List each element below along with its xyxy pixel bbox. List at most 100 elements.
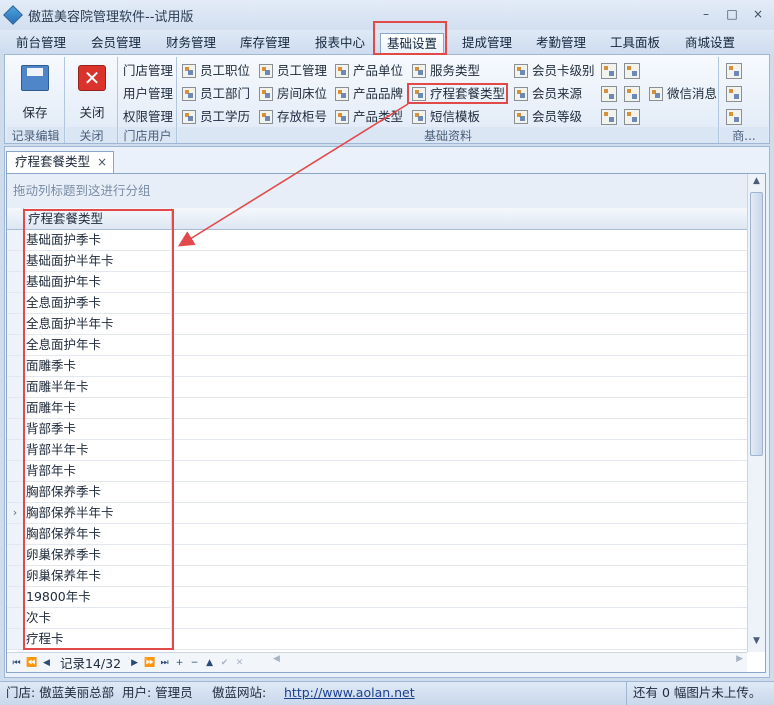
prev-page-icon[interactable]: ⏪ xyxy=(26,658,37,668)
cell-package-type[interactable]: 面雕年卡 xyxy=(24,398,172,418)
cell-package-type[interactable]: 卵巢保养年卡 xyxy=(24,566,172,586)
save-record-icon[interactable]: ✔ xyxy=(219,658,230,668)
table-row[interactable]: 胸部保养年卡 xyxy=(7,524,747,545)
table-row[interactable]: 背部年卡 xyxy=(7,461,747,482)
add-record-icon[interactable]: + xyxy=(174,658,185,668)
table-row[interactable]: 全息面护季卡 xyxy=(7,293,747,314)
tab-tools[interactable]: 工具面板 xyxy=(604,33,666,54)
prev-record-icon[interactable]: ◀ xyxy=(41,658,52,668)
close-window-button[interactable]: × xyxy=(750,6,766,22)
next-record-icon[interactable]: ▶ xyxy=(129,658,140,668)
table-row[interactable]: 基础面护季卡 xyxy=(7,230,747,251)
user-manage-button[interactable]: 用户管理 xyxy=(123,84,173,104)
row-indicator[interactable] xyxy=(7,545,24,565)
blank-setting-icon[interactable] xyxy=(601,86,617,102)
tab-basic-settings[interactable]: 基础设置 xyxy=(380,33,445,54)
row-indicator[interactable] xyxy=(7,251,24,271)
cell-package-type[interactable]: 19800年卡 xyxy=(24,587,172,607)
last-record-icon[interactable]: ⏭ xyxy=(159,658,170,668)
table-row[interactable]: 次卡 xyxy=(7,608,747,629)
permission-manage-button[interactable]: 权限管理 xyxy=(123,107,173,127)
cell-package-type[interactable]: 基础面护季卡 xyxy=(24,230,172,250)
horizontal-scrollbar[interactable]: ◀ ▶ xyxy=(273,654,743,668)
cell-package-type[interactable]: 胸部保养半年卡 xyxy=(24,503,172,523)
table-row[interactable]: 面雕季卡 xyxy=(7,356,747,377)
row-indicator[interactable] xyxy=(7,230,24,250)
staff-manage-button[interactable]: 员工管理 xyxy=(257,61,327,81)
table-row[interactable]: 全息面护年卡 xyxy=(7,335,747,356)
row-indicator[interactable] xyxy=(7,608,24,628)
row-indicator[interactable] xyxy=(7,587,24,607)
first-record-icon[interactable]: ⏮ xyxy=(11,658,22,668)
table-row[interactable]: 背部半年卡 xyxy=(7,440,747,461)
row-indicator[interactable] xyxy=(7,377,24,397)
next-page-icon[interactable]: ⏩ xyxy=(144,658,155,668)
cell-package-type[interactable]: 全息面护年卡 xyxy=(24,335,172,355)
sms-template-button[interactable]: 短信模板 xyxy=(410,107,480,127)
cell-package-type[interactable]: 背部半年卡 xyxy=(24,440,172,460)
table-row[interactable]: 19800年卡 xyxy=(7,587,747,608)
table-row[interactable]: 卵巢保养季卡 xyxy=(7,545,747,566)
row-indicator[interactable] xyxy=(7,293,24,313)
cancel-record-icon[interactable]: ✕ xyxy=(234,658,245,668)
cell-package-type[interactable]: 胸部保养年卡 xyxy=(24,524,172,544)
blank-setting-icon[interactable] xyxy=(601,63,617,79)
row-indicator[interactable]: › xyxy=(7,503,24,523)
row-indicator[interactable] xyxy=(7,335,24,355)
cell-package-type[interactable]: 面雕季卡 xyxy=(24,356,172,376)
table-row[interactable]: › 胸部保养半年卡 xyxy=(7,503,747,524)
close-tab-icon[interactable]: × xyxy=(97,152,107,172)
website-link[interactable]: http://www.aolan.net xyxy=(284,682,415,704)
cell-package-type[interactable]: 胸部保养季卡 xyxy=(24,482,172,502)
table-row[interactable]: 疗程卡 xyxy=(7,629,747,650)
room-bed-button[interactable]: 房间床位 xyxy=(257,84,327,104)
mall-setting-icon[interactable] xyxy=(726,109,742,125)
doc-tab-treatment-package-type[interactable]: 疗程套餐类型 × xyxy=(6,151,114,173)
member-card-level-button[interactable]: 会员卡级别 xyxy=(512,61,595,81)
staff-department-button[interactable]: 员工部门 xyxy=(180,84,250,104)
minimize-button[interactable]: – xyxy=(698,6,714,22)
tab-attendance[interactable]: 考勤管理 xyxy=(530,33,592,54)
tab-member[interactable]: 会员管理 xyxy=(85,33,147,54)
cell-package-type[interactable]: 背部年卡 xyxy=(24,461,172,481)
restore-button[interactable]: □ xyxy=(724,6,740,22)
blank-setting-icon[interactable] xyxy=(601,109,617,125)
table-row[interactable]: 基础面护半年卡 xyxy=(7,251,747,272)
wechat-message-button[interactable]: 微信消息 xyxy=(647,84,717,104)
product-type-button[interactable]: 产品类型 xyxy=(333,107,403,127)
scroll-right-arrow-icon[interactable]: ▶ xyxy=(736,654,743,664)
staff-position-button[interactable]: 员工职位 xyxy=(180,61,250,81)
cell-package-type[interactable]: 全息面护季卡 xyxy=(24,293,172,313)
cell-package-type[interactable]: 疗程卡 xyxy=(24,629,172,649)
save-button[interactable]: 保存 xyxy=(13,61,57,121)
column-header-package-type[interactable]: 疗程套餐类型 xyxy=(24,208,172,229)
blank-setting-icon[interactable] xyxy=(624,86,640,102)
cell-package-type[interactable]: 卵巢保养季卡 xyxy=(24,545,172,565)
product-brand-button[interactable]: 产品品牌 xyxy=(333,84,403,104)
row-indicator[interactable] xyxy=(7,356,24,376)
tab-mall[interactable]: 商城设置 xyxy=(679,33,741,54)
product-unit-button[interactable]: 产品单位 xyxy=(333,61,403,81)
blank-setting-icon[interactable] xyxy=(624,109,640,125)
locker-number-button[interactable]: 存放柜号 xyxy=(257,107,327,127)
delete-record-icon[interactable]: − xyxy=(189,658,200,668)
scroll-thumb[interactable] xyxy=(750,192,763,456)
row-indicator[interactable] xyxy=(7,314,24,334)
row-indicator[interactable] xyxy=(7,566,24,586)
service-type-button[interactable]: 服务类型 xyxy=(410,61,480,81)
cell-package-type[interactable]: 基础面护年卡 xyxy=(24,272,172,292)
row-indicator[interactable] xyxy=(7,398,24,418)
mall-setting-icon[interactable] xyxy=(726,86,742,102)
cell-package-type[interactable]: 背部季卡 xyxy=(24,419,172,439)
table-row[interactable]: 基础面护年卡 xyxy=(7,272,747,293)
mall-setting-icon[interactable] xyxy=(726,63,742,79)
vertical-scrollbar[interactable]: ▲ ▼ xyxy=(747,174,765,652)
table-row[interactable]: 背部季卡 xyxy=(7,419,747,440)
member-source-button[interactable]: 会员来源 xyxy=(512,84,582,104)
cell-package-type[interactable]: 全息面护半年卡 xyxy=(24,314,172,334)
tab-finance[interactable]: 财务管理 xyxy=(160,33,222,54)
treatment-package-type-button[interactable]: 疗程套餐类型 xyxy=(410,84,505,104)
member-grade-button[interactable]: 会员等级 xyxy=(512,107,582,127)
table-row[interactable]: 面雕年卡 xyxy=(7,398,747,419)
table-row[interactable]: 面雕半年卡 xyxy=(7,377,747,398)
